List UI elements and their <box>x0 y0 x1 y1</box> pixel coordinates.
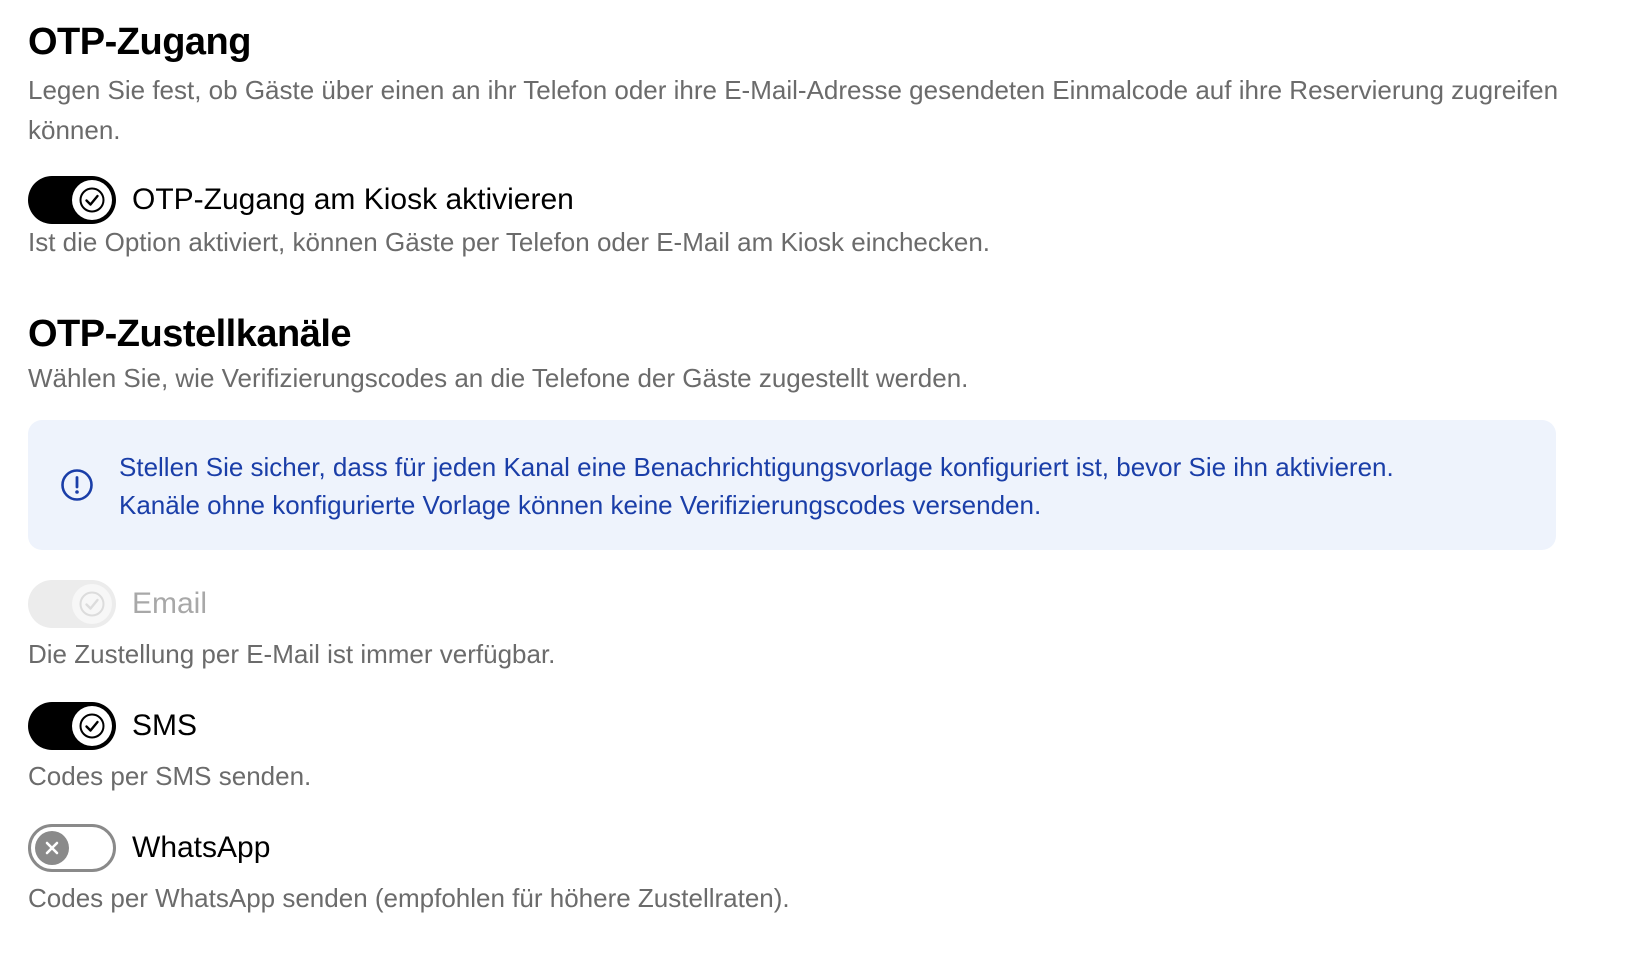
sms-channel-toggle-row[interactable]: SMS <box>28 702 197 750</box>
check-icon <box>72 180 112 220</box>
x-icon <box>35 831 69 865</box>
info-circle-icon <box>61 469 93 501</box>
email-channel-help: Die Zustellung per E-Mail ist immer verf… <box>28 639 556 669</box>
whatsapp-channel-label: WhatsApp <box>132 831 271 864</box>
kiosk-otp-help: Ist die Option aktiviert, können Gäste p… <box>28 227 991 257</box>
otp-channels-title: OTP-Zustellkanäle <box>28 313 352 355</box>
sms-channel-help: Codes per SMS senden. <box>28 761 312 791</box>
otp-channels-description: Wählen Sie, wie Verifizierungscodes an d… <box>28 363 969 393</box>
check-icon <box>72 584 112 624</box>
info-banner-line-2: Kanäle ohne konfigurierte Vorlage können… <box>119 490 1042 520</box>
whatsapp-channel-toggle[interactable] <box>28 824 116 872</box>
sms-channel-toggle[interactable] <box>28 702 116 750</box>
email-channel-label: Email <box>132 587 208 620</box>
info-banner-line-1: Stellen Sie sicher, dass für jeden Kanal… <box>119 452 1394 482</box>
sms-channel-label: SMS <box>132 709 198 742</box>
kiosk-otp-toggle-row[interactable]: OTP-Zugang am Kiosk aktivieren <box>28 176 574 224</box>
email-channel-toggle <box>28 580 116 628</box>
email-channel-toggle-row: Email <box>28 580 207 628</box>
otp-access-description: Legen Sie fest, ob Gäste über einen an i… <box>28 75 1559 145</box>
info-banner: Stellen Sie sicher, dass für jeden Kanal… <box>28 420 1556 550</box>
whatsapp-channel-help: Codes per WhatsApp senden (empfohlen für… <box>28 883 790 913</box>
check-icon <box>72 706 112 746</box>
whatsapp-channel-toggle-row[interactable]: WhatsApp <box>28 824 270 872</box>
info-banner-text: Stellen Sie sicher, dass für jeden Kanal… <box>119 448 1394 524</box>
kiosk-otp-toggle-label: OTP-Zugang am Kiosk aktivieren <box>132 183 574 216</box>
otp-access-title: OTP-Zugang <box>28 21 251 63</box>
kiosk-otp-toggle[interactable] <box>28 176 116 224</box>
